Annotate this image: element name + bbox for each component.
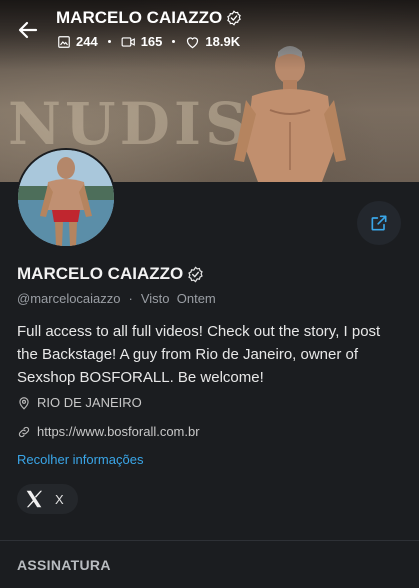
cover-sand-writing: NUDIS [8,90,251,158]
verified-badge-icon [188,265,203,283]
avatar-photo [18,150,114,246]
top-bar: MARCELO CAIAZZO 244 165 18.9K [0,0,419,60]
photos-count: 244 [57,34,98,49]
image-icon [58,35,70,48]
handle-separator: · [128,291,133,306]
share-icon [371,215,387,231]
video-icon [121,36,135,47]
section-divider [0,540,419,541]
profile-website-link[interactable]: https://www.bosforall.com.br [17,424,200,439]
heart-icon [187,36,199,48]
profile-name-text: MARCELO CAIAZZO [17,264,184,283]
x-logo-icon [26,490,43,508]
header-title: MARCELO CAIAZZO [56,8,242,28]
profile-handle: @marcelocaiazzo [17,291,121,306]
videos-count: 165 [121,34,162,49]
back-arrow-icon[interactable] [16,18,40,42]
profile-bio: Full access to all full videos! Check ou… [17,323,381,386]
header-name: MARCELO CAIAZZO [56,8,223,27]
header-stats: 244 165 18.9K [57,34,240,49]
stats-separator [172,40,176,43]
profile-name: MARCELO CAIAZZO [17,264,204,284]
avatar[interactable] [16,148,116,248]
subscription-section-title: ASSINATURA [17,557,111,573]
profile-location: RIO DE JANEIRO [17,395,142,410]
location-pin-icon [19,396,29,410]
last-seen-status: Visto Ontem [140,291,216,306]
social-x-button[interactable]: X [17,484,78,514]
social-x-label: X [55,491,64,507]
likes-count: 18.9K [185,34,240,49]
profile-handle-row: @marcelocaiazzo · Visto Ontem [17,291,216,306]
link-icon [18,426,30,437]
stats-separator [107,40,111,43]
share-button[interactable] [357,201,401,245]
verified-badge-icon [227,10,242,26]
collapse-info-link[interactable]: Recolher informações [17,452,143,467]
